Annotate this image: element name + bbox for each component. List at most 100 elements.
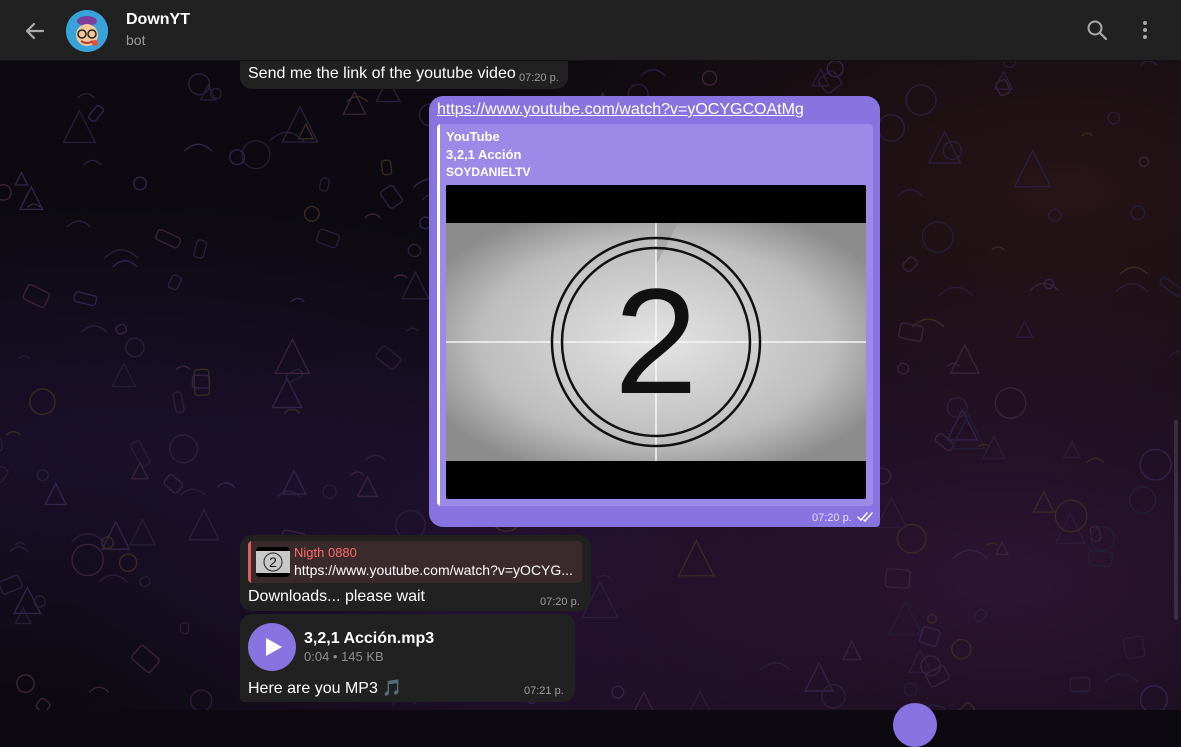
background-doodle <box>216 482 236 488</box>
background-doodle <box>973 608 988 623</box>
background-doodle <box>953 702 975 710</box>
background-doodle <box>1130 205 1146 221</box>
incoming-audio-message[interactable]: 3,2,1 Acción.mp3 0:04 • 145 KB Here are … <box>240 614 575 702</box>
background-doodle <box>133 176 147 191</box>
background-doodle <box>241 140 271 170</box>
preview-thumbnail[interactable]: 2 <box>446 185 866 499</box>
background-doodle <box>1015 319 1034 338</box>
more-vertical-icon[interactable] <box>1133 18 1157 42</box>
background-doodle <box>9 546 29 553</box>
background-doodle <box>271 376 303 409</box>
background-doodle <box>1048 208 1062 222</box>
message-link[interactable]: https://www.youtube.com/watch?v=yOCYGCOA… <box>437 101 804 119</box>
background-doodle <box>1086 457 1105 464</box>
background-doodle <box>821 684 846 709</box>
background-doodle <box>17 355 31 360</box>
background-doodle <box>897 362 910 375</box>
preview-description: SOYDANIELTV <box>446 165 531 179</box>
reply-thumbnail-digit: 2 <box>269 554 277 570</box>
background-doodle <box>701 70 718 86</box>
background-doodle <box>927 129 962 164</box>
background-doodle <box>896 523 927 554</box>
background-doodle <box>103 249 139 259</box>
background-doodle <box>380 159 393 176</box>
incoming-message[interactable]: 2 Nigth 0880 https://www.youtube.com/wat… <box>240 535 591 611</box>
background-doodle <box>364 213 381 219</box>
background-doodle <box>991 246 1005 251</box>
link-preview[interactable]: YouTube 3,2,1 Acción SOYDANIELTV 2 <box>437 124 873 506</box>
background-doodle <box>1122 635 1146 660</box>
audio-filename: 3,2,1 Acción.mp3 <box>304 630 435 647</box>
scrollbar[interactable] <box>1174 420 1178 620</box>
chat-title[interactable]: DownYT <box>126 11 190 29</box>
background-doodle <box>1087 549 1114 568</box>
reply-author: Nigth 0880 <box>294 545 357 560</box>
background-doodle <box>1115 283 1149 293</box>
background-doodle <box>77 92 95 99</box>
background-doodle <box>877 113 906 142</box>
background-doodle <box>759 662 792 671</box>
background-doodle <box>407 243 422 258</box>
background-doodle <box>281 469 307 495</box>
bot-avatar[interactable] <box>66 10 108 52</box>
background-doodle <box>82 159 102 166</box>
background-doodle <box>118 553 138 572</box>
background-doodle <box>1032 490 1056 513</box>
background-doodle <box>80 325 108 333</box>
background-doodle <box>0 574 23 595</box>
play-icon[interactable] <box>248 623 296 671</box>
preview-accent-bar <box>437 124 440 506</box>
background-doodle <box>342 90 367 115</box>
background-doodle <box>13 585 42 615</box>
background-doodle <box>73 291 98 307</box>
background-doodle <box>405 327 420 332</box>
background-doodle <box>817 70 843 94</box>
background-doodle <box>14 171 29 186</box>
background-doodle <box>356 475 379 498</box>
chat-subtitle: bot <box>126 32 146 48</box>
incoming-message[interactable]: Send me the link of the youtube video 07… <box>240 59 568 89</box>
audio-meta: 0:04 • 145 KB <box>304 649 384 664</box>
background-doodle <box>0 466 9 483</box>
background-doodle <box>14 606 33 625</box>
double-check-icon <box>857 510 875 528</box>
background-doodle <box>0 183 12 201</box>
background-doodle <box>905 84 937 116</box>
reply-quote[interactable]: 2 Nigth 0880 https://www.youtube.com/wat… <box>248 541 582 583</box>
background-doodle <box>1128 486 1157 514</box>
background-doodle <box>172 391 185 414</box>
background-doodle <box>946 396 968 419</box>
background-doodle <box>898 322 924 343</box>
background-doodle <box>111 361 137 388</box>
back-arrow-icon[interactable] <box>22 18 48 44</box>
background-doodle <box>1139 60 1158 66</box>
background-doodle <box>379 184 403 209</box>
outgoing-message[interactable]: https://www.youtube.com/watch?v=yOCYGCOA… <box>429 96 880 527</box>
background-doodle <box>897 189 923 197</box>
background-doodle <box>994 387 1027 419</box>
background-doodle <box>290 297 305 303</box>
countdown-digit: 2 <box>614 257 697 425</box>
background-doodle <box>66 220 91 228</box>
background-doodle <box>365 454 386 461</box>
background-doodle <box>1080 132 1094 137</box>
background-doodle <box>927 613 937 624</box>
background-doodle <box>1069 676 1091 693</box>
background-doodle <box>5 431 22 436</box>
background-doodle <box>875 495 908 529</box>
background-doodle <box>901 256 919 273</box>
background-doodle <box>98 574 128 583</box>
message-time: 07:20 p. <box>519 72 559 84</box>
background-doodle <box>946 362 961 367</box>
background-doodle <box>1062 439 1082 459</box>
background-doodle <box>167 274 183 291</box>
search-icon[interactable] <box>1085 18 1109 42</box>
background-doodle <box>918 626 941 647</box>
message-time: 07:20 p. <box>812 512 852 524</box>
background-doodle <box>949 343 980 374</box>
background-doodle <box>88 686 110 693</box>
background-doodle <box>88 104 104 123</box>
background-doodle <box>611 685 625 699</box>
background-doodle <box>1002 60 1017 68</box>
preview-site-name: YouTube <box>446 129 500 144</box>
